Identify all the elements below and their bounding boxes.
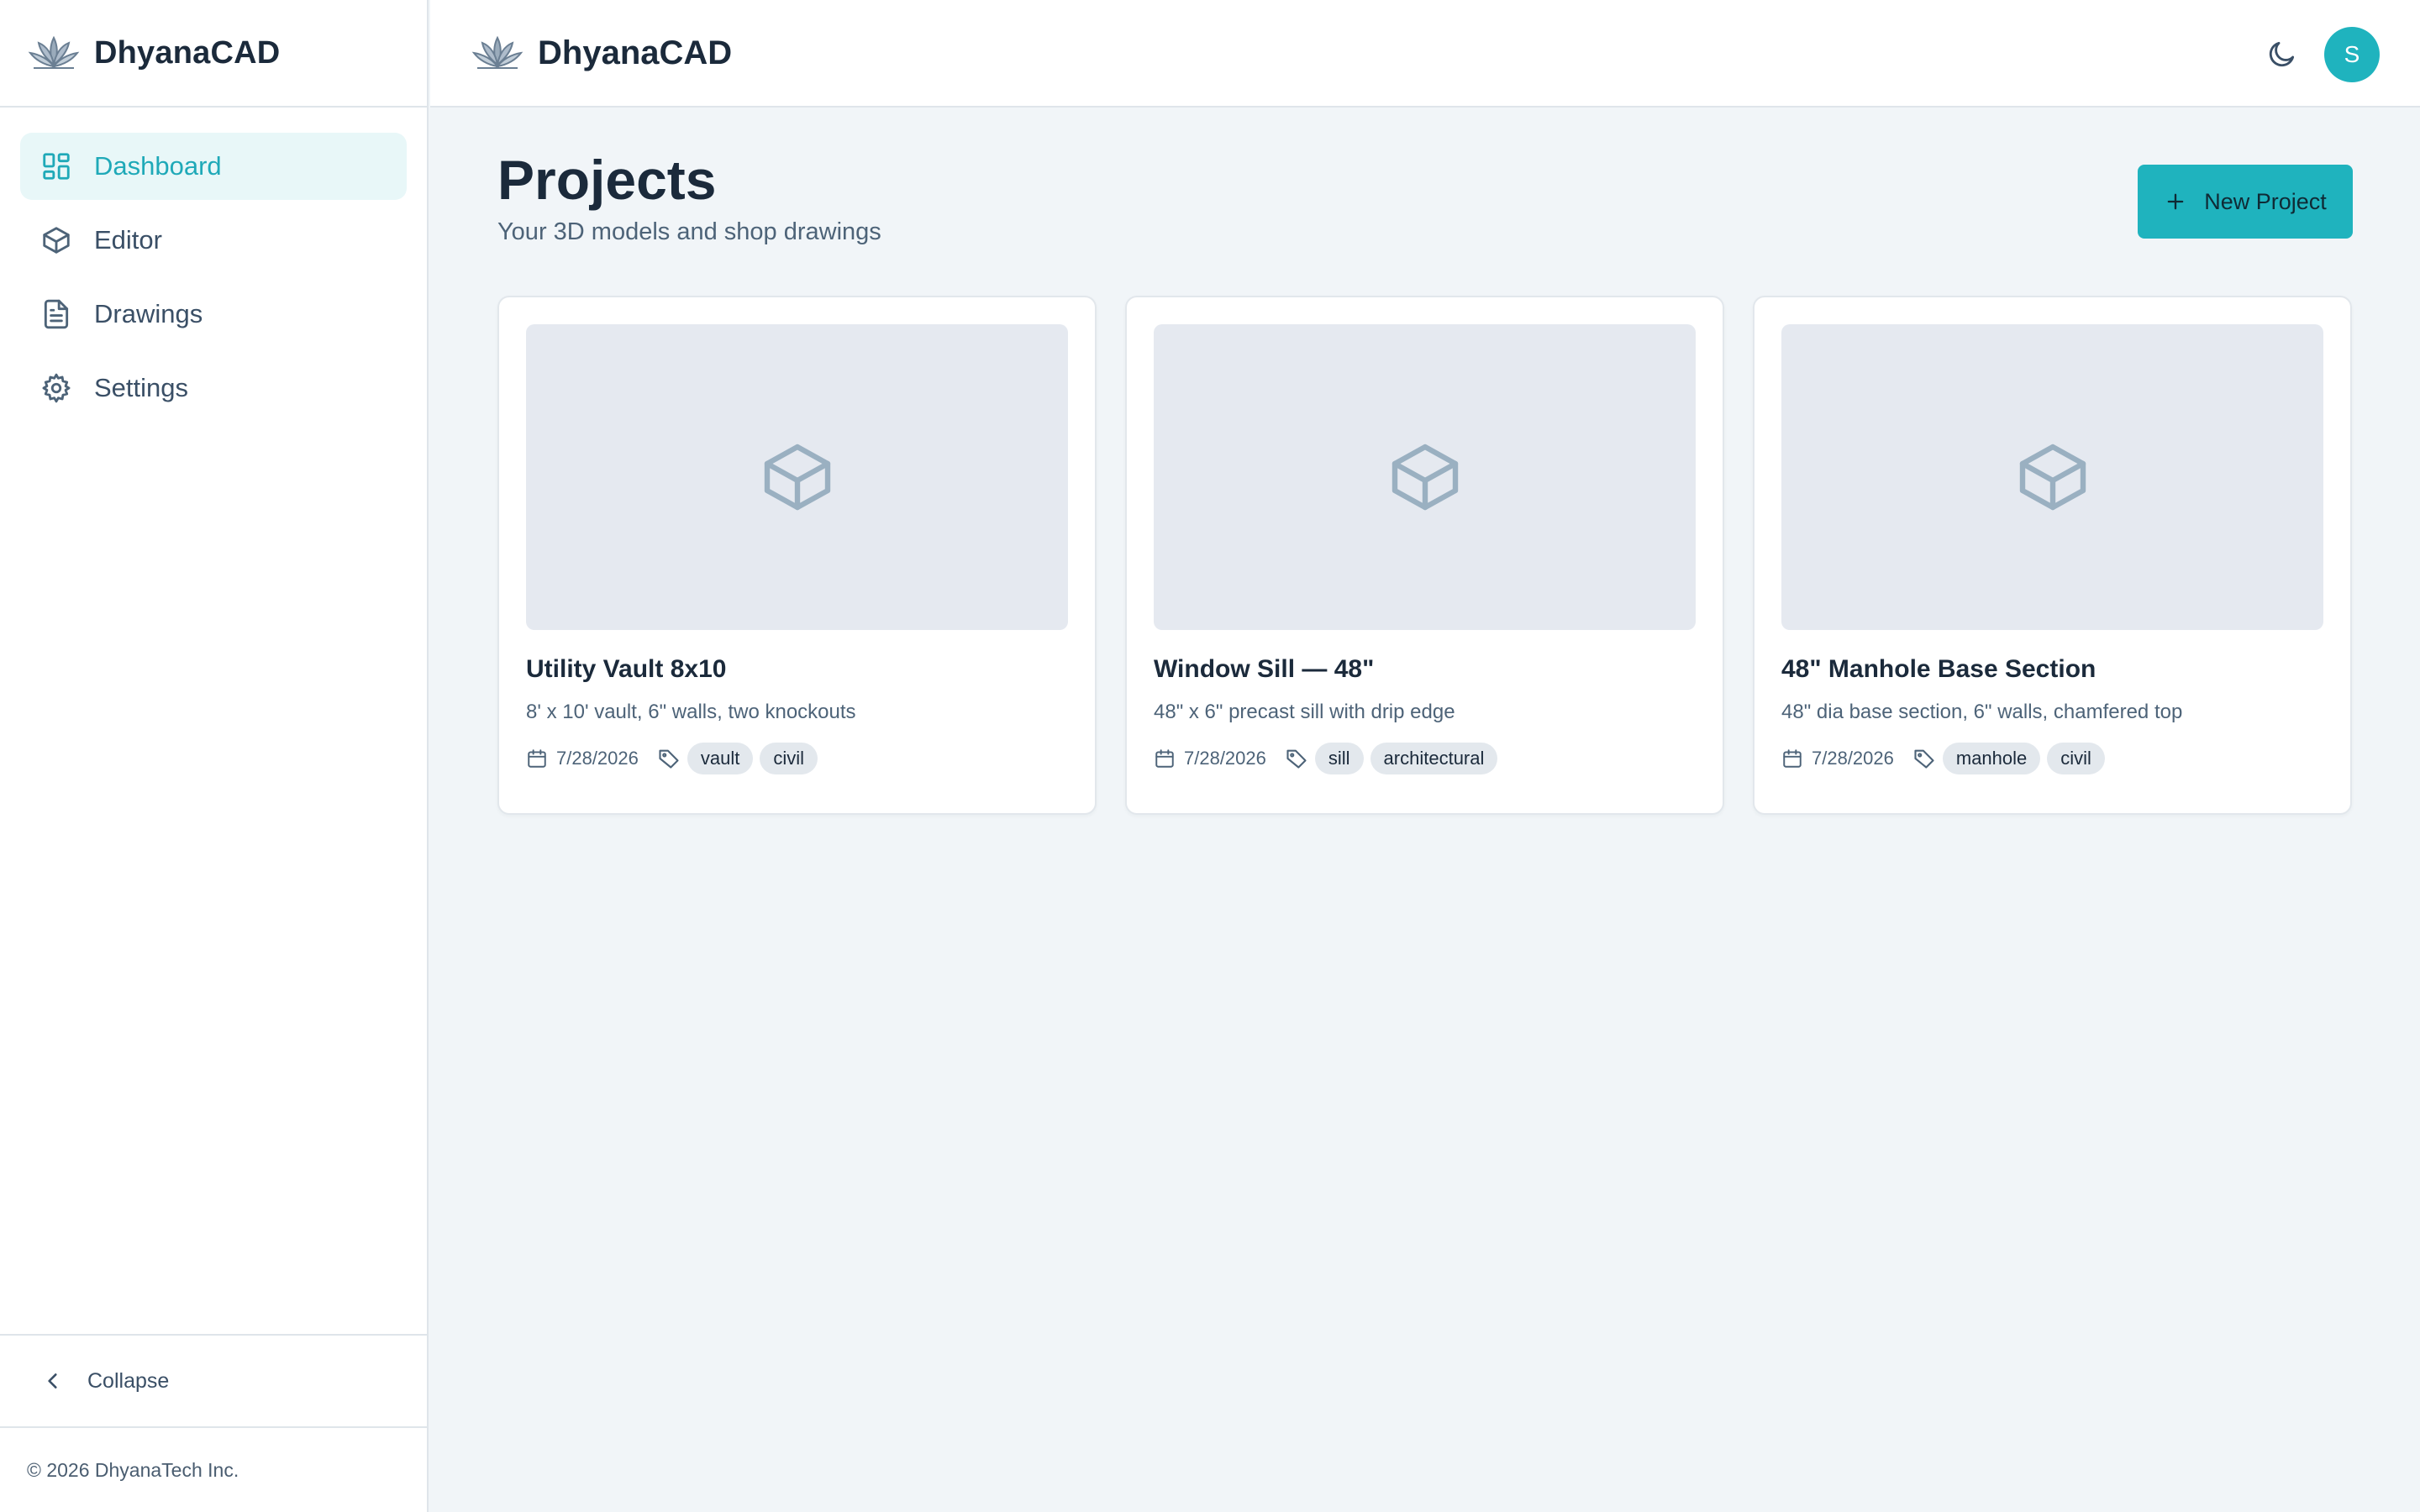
project-card[interactable]: 48" Manhole Base Section 48" dia base se… [1753, 296, 2352, 815]
project-thumbnail [526, 324, 1068, 630]
project-grid: Utility Vault 8x10 8' x 10' vault, 6" wa… [497, 296, 2353, 815]
sidebar-item-label: Drawings [94, 299, 203, 328]
sidebar-brand[interactable]: DhyanaCAD [0, 0, 427, 108]
project-title: Utility Vault 8x10 [526, 655, 727, 683]
file-text-icon [40, 298, 72, 330]
project-date: 7/28/2026 [1812, 748, 1894, 769]
new-project-button[interactable]: New Project [2138, 165, 2353, 239]
gear-icon [40, 372, 72, 404]
tag-chip[interactable]: vault [687, 743, 754, 774]
project-card[interactable]: Window Sill — 48" 48" x 6" precast sill … [1125, 296, 1724, 815]
project-description: 48" x 6" precast sill with drip edge [1154, 701, 1455, 723]
collapse-button[interactable]: Collapse [0, 1334, 427, 1428]
sidebar-item-label: Settings [94, 373, 189, 402]
sidebar-nav: Dashboard Editor Drawings Settings [0, 108, 427, 454]
project-meta: 7/28/2026 manhole civil [1781, 743, 2323, 774]
sidebar-item-dashboard[interactable]: Dashboard [20, 133, 407, 200]
tag-chip[interactable]: civil [2047, 743, 2105, 774]
calendar-icon [1783, 749, 1802, 768]
page-title: Projects [497, 149, 717, 211]
calendar-icon [1155, 749, 1174, 768]
cube-icon [40, 224, 72, 256]
project-title: 48" Manhole Base Section [1781, 655, 2096, 683]
sidebar-footer: Collapse © 2026 DhyanaTech Inc. [0, 1334, 427, 1512]
project-date: 7/28/2026 [556, 748, 639, 769]
new-project-label: New Project [2204, 188, 2327, 214]
topbar-brand-name: DhyanaCAD [538, 34, 733, 71]
plus-icon [2167, 193, 2184, 210]
tag-chip[interactable]: architectural [1370, 743, 1498, 774]
sidebar-item-label: Editor [94, 225, 162, 255]
tag-icon [1914, 749, 1934, 769]
sidebar: DhyanaCAD Dashboard Editor Drawings Sett… [0, 0, 429, 1512]
project-thumbnail [1781, 324, 2323, 630]
lotus-logo-icon [471, 35, 523, 69]
moon-icon [2269, 41, 2295, 67]
cube-icon [2019, 444, 2086, 511]
project-date: 7/28/2026 [1184, 748, 1266, 769]
tag-icon [1286, 749, 1307, 769]
page-subtitle: Your 3D models and shop drawings [497, 218, 881, 245]
cube-icon [1392, 444, 1458, 511]
tag-chip[interactable]: civil [760, 743, 818, 774]
sidebar-item-settings[interactable]: Settings [20, 354, 407, 422]
collapse-label: Collapse [87, 1368, 170, 1393]
sidebar-item-label: Dashboard [94, 151, 222, 181]
copyright-text: © 2026 DhyanaTech Inc. [27, 1458, 239, 1481]
avatar[interactable]: S [2324, 27, 2380, 82]
project-meta: 7/28/2026 vault civil [526, 743, 1068, 774]
calendar-icon [528, 749, 546, 768]
dashboard-icon [40, 150, 72, 182]
sidebar-item-drawings[interactable]: Drawings [20, 281, 407, 348]
project-description: 8' x 10' vault, 6" walls, two knockouts [526, 701, 856, 723]
chevron-left-icon [48, 1373, 57, 1389]
project-title: Window Sill — 48" [1154, 655, 1375, 683]
project-card[interactable]: Utility Vault 8x10 8' x 10' vault, 6" wa… [497, 296, 1097, 815]
lotus-logo-icon [28, 35, 80, 69]
tag-chip[interactable]: manhole [1942, 743, 2041, 774]
topbar: DhyanaCAD S [430, 0, 2420, 108]
sidebar-brand-name: DhyanaCAD [94, 34, 281, 71]
cube-icon [764, 444, 830, 511]
project-description: 48" dia base section, 6" walls, chamfere… [1781, 701, 2183, 723]
project-meta: 7/28/2026 sill architectural [1154, 743, 1696, 774]
project-thumbnail [1154, 324, 1696, 630]
theme-toggle-button[interactable] [2262, 34, 2302, 74]
sidebar-item-editor[interactable]: Editor [20, 207, 407, 274]
tag-icon [659, 749, 679, 769]
tag-chip[interactable]: sill [1314, 743, 1364, 774]
